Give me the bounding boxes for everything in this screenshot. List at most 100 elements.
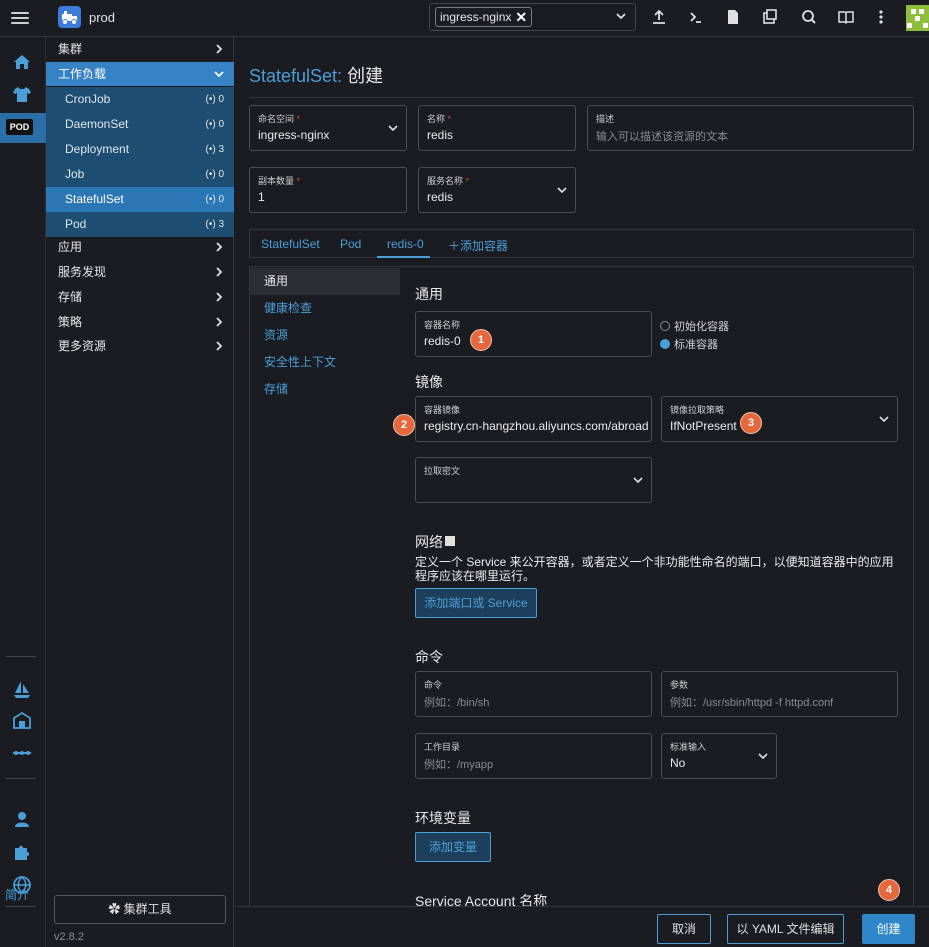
- user-icon[interactable]: [11, 808, 33, 830]
- name-value: redis: [427, 128, 454, 142]
- nav-item-pod[interactable]: Pod (•) 3: [46, 212, 234, 237]
- args-input[interactable]: 参数 例如：/usr/sbin/httpd -f httpd.conf: [661, 671, 898, 717]
- search-icon[interactable]: [800, 8, 818, 26]
- chevron-right-icon: [216, 267, 223, 277]
- add-env-button[interactable]: 添加变量: [415, 832, 491, 862]
- rail-divider: [6, 778, 36, 779]
- tab-statefulset[interactable]: StatefulSet: [261, 237, 320, 251]
- nav-item-statefulset[interactable]: StatefulSet (•) 0: [46, 187, 234, 212]
- chevron-down-icon: [633, 477, 643, 484]
- container-side-tabs: 通用 健康检查 资源 安全性上下文 存储: [250, 267, 400, 947]
- kubeconfig-file-icon[interactable]: [724, 8, 742, 26]
- nav-item-cronjob[interactable]: CronJob (•) 0: [46, 87, 234, 112]
- namespace-value: ingress-nginx: [258, 128, 330, 142]
- chevron-down-icon: [214, 71, 224, 78]
- add-port-button[interactable]: 添加端口或 Service: [415, 588, 537, 618]
- pull-secret-select[interactable]: 拉取密文: [415, 457, 652, 503]
- nav-item-count: (•) 0: [205, 94, 224, 105]
- more-vertical-icon[interactable]: [872, 8, 890, 26]
- nav-group-storage[interactable]: 存储: [46, 285, 234, 309]
- container-name-input[interactable]: 容器名称 redis-0: [415, 311, 652, 357]
- page-title-kind: StatefulSet:: [249, 66, 343, 86]
- gear-icon: ✿: [108, 902, 124, 916]
- radio-init-container[interactable]: 初始化容器: [660, 318, 729, 334]
- service-name-select[interactable]: 服务名称 * redis: [418, 167, 576, 213]
- nav-group-cluster[interactable]: 集群: [46, 37, 234, 61]
- shirt-icon[interactable]: [11, 83, 33, 105]
- stdin-select[interactable]: 标准输入 No: [661, 733, 777, 779]
- cluster-tools-button[interactable]: ✿ 集群工具: [54, 895, 226, 924]
- radio-standard-container[interactable]: 标准容器: [660, 336, 718, 352]
- container-panel: 通用 健康检查 资源 安全性上下文 存储 通用 容器名称 redis-0 1 初…: [249, 266, 914, 947]
- resource-tabs: StatefulSet Pod redis-0 ＋添加容器: [249, 229, 914, 258]
- name-input[interactable]: 名称 * redis: [418, 105, 576, 151]
- side-tab-storage[interactable]: 存储: [250, 376, 400, 403]
- description-input[interactable]: 描述 输入可以描述该资源的文本: [587, 105, 914, 151]
- edit-yaml-button[interactable]: 以 YAML 文件编辑: [727, 914, 844, 944]
- sailboat-icon[interactable]: [11, 678, 33, 700]
- nav-item-count: (•) 0: [205, 194, 224, 205]
- nav-item-daemonset[interactable]: DaemonSet (•) 0: [46, 112, 234, 137]
- replicas-input[interactable]: 副本数量 * 1: [249, 167, 407, 213]
- command-input[interactable]: 命令 例如：/bin/sh: [415, 671, 652, 717]
- nav-item-deployment[interactable]: Deployment (•) 3: [46, 137, 234, 162]
- annotation-marker-3: 3: [740, 412, 762, 434]
- workdir-input[interactable]: 工作目录 例如：/myapp: [415, 733, 652, 779]
- chevron-down-icon: [616, 13, 626, 20]
- nav-group-service-discovery[interactable]: 服务发现: [46, 260, 234, 284]
- menu-icon[interactable]: [9, 9, 31, 27]
- chevron-right-icon: [216, 341, 223, 351]
- nav-item-job[interactable]: Job (•) 0: [46, 162, 234, 187]
- close-icon[interactable]: ✕: [515, 10, 527, 24]
- import-yaml-icon[interactable]: [650, 8, 668, 26]
- pod-cluster-badge[interactable]: POD: [0, 113, 46, 143]
- side-nav: 集群 工作负载 CronJob (•) 0 DaemonSet (•) 0 Depl…: [46, 37, 234, 947]
- namespace-chip-label: ingress-nginx: [440, 10, 512, 24]
- nav-group-label: 更多资源: [58, 339, 107, 353]
- nav-group-label: 服务发现: [58, 265, 107, 279]
- nav-item-label: StatefulSet: [65, 192, 124, 206]
- kubectl-shell-icon[interactable]: [687, 8, 705, 26]
- nav-group-label: 存储: [58, 290, 83, 304]
- chevron-right-icon: [216, 44, 223, 54]
- copy-config-icon[interactable]: [761, 8, 779, 26]
- section-general-title: 通用: [415, 286, 443, 302]
- create-button[interactable]: 创建: [862, 914, 915, 944]
- pull-policy-select[interactable]: 镜像拉取策略 IfNotPresent: [661, 396, 898, 442]
- add-container-tab[interactable]: ＋添加容器: [448, 237, 508, 254]
- service-name-value: redis: [427, 190, 454, 204]
- side-tab-general[interactable]: 通用: [250, 268, 400, 295]
- user-avatar[interactable]: [906, 5, 929, 31]
- home-icon[interactable]: [11, 51, 33, 73]
- tab-redis-0[interactable]: redis-0: [387, 237, 424, 251]
- extension-puzzle-icon[interactable]: [11, 841, 33, 863]
- about-link[interactable]: 简介: [5, 886, 29, 903]
- nav-item-count: (•) 3: [205, 144, 224, 155]
- top-bar: prod ingress-nginx ✕: [0, 0, 929, 37]
- side-tab-resources[interactable]: 资源: [250, 322, 400, 349]
- network-description: 定义一个 Service 来公开容器，或者定义一个非功能性命名的端口，以便知道容…: [415, 555, 894, 583]
- pod-badge-label: POD: [6, 119, 33, 135]
- chevron-down-icon: [388, 125, 398, 132]
- page-title: StatefulSet: 创建: [249, 62, 383, 88]
- container-name-value: redis-0: [424, 334, 461, 348]
- rail-divider: [6, 656, 36, 657]
- nav-group-label: 应用: [58, 240, 83, 254]
- namespace-filter[interactable]: ingress-nginx ✕: [429, 3, 636, 31]
- nav-item-label: Job: [65, 167, 85, 181]
- nav-group-apps[interactable]: 应用: [46, 235, 234, 259]
- workdir-placeholder: 例如：/myapp: [424, 759, 494, 771]
- docs-book-icon[interactable]: [837, 8, 855, 26]
- tab-pod[interactable]: Pod: [340, 237, 361, 251]
- namespace-select[interactable]: 命名空间 * ingress-nginx: [249, 105, 407, 151]
- side-tab-health-check[interactable]: 健康检查: [250, 295, 400, 322]
- warehouse-icon[interactable]: [11, 709, 33, 731]
- nav-group-policy[interactable]: 策略: [46, 310, 234, 334]
- nav-group-label: 工作负载: [58, 67, 107, 81]
- side-tab-security-context[interactable]: 安全性上下文: [250, 349, 400, 376]
- cancel-button[interactable]: 取消: [657, 914, 711, 944]
- nav-group-more-resources[interactable]: 更多资源: [46, 334, 234, 358]
- nav-group-workload[interactable]: 工作负载: [46, 62, 234, 86]
- network-icon[interactable]: [11, 742, 33, 764]
- container-image-input[interactable]: 容器镜像 registry.cn-hangzhou.aliyuncs.com/a…: [415, 396, 652, 442]
